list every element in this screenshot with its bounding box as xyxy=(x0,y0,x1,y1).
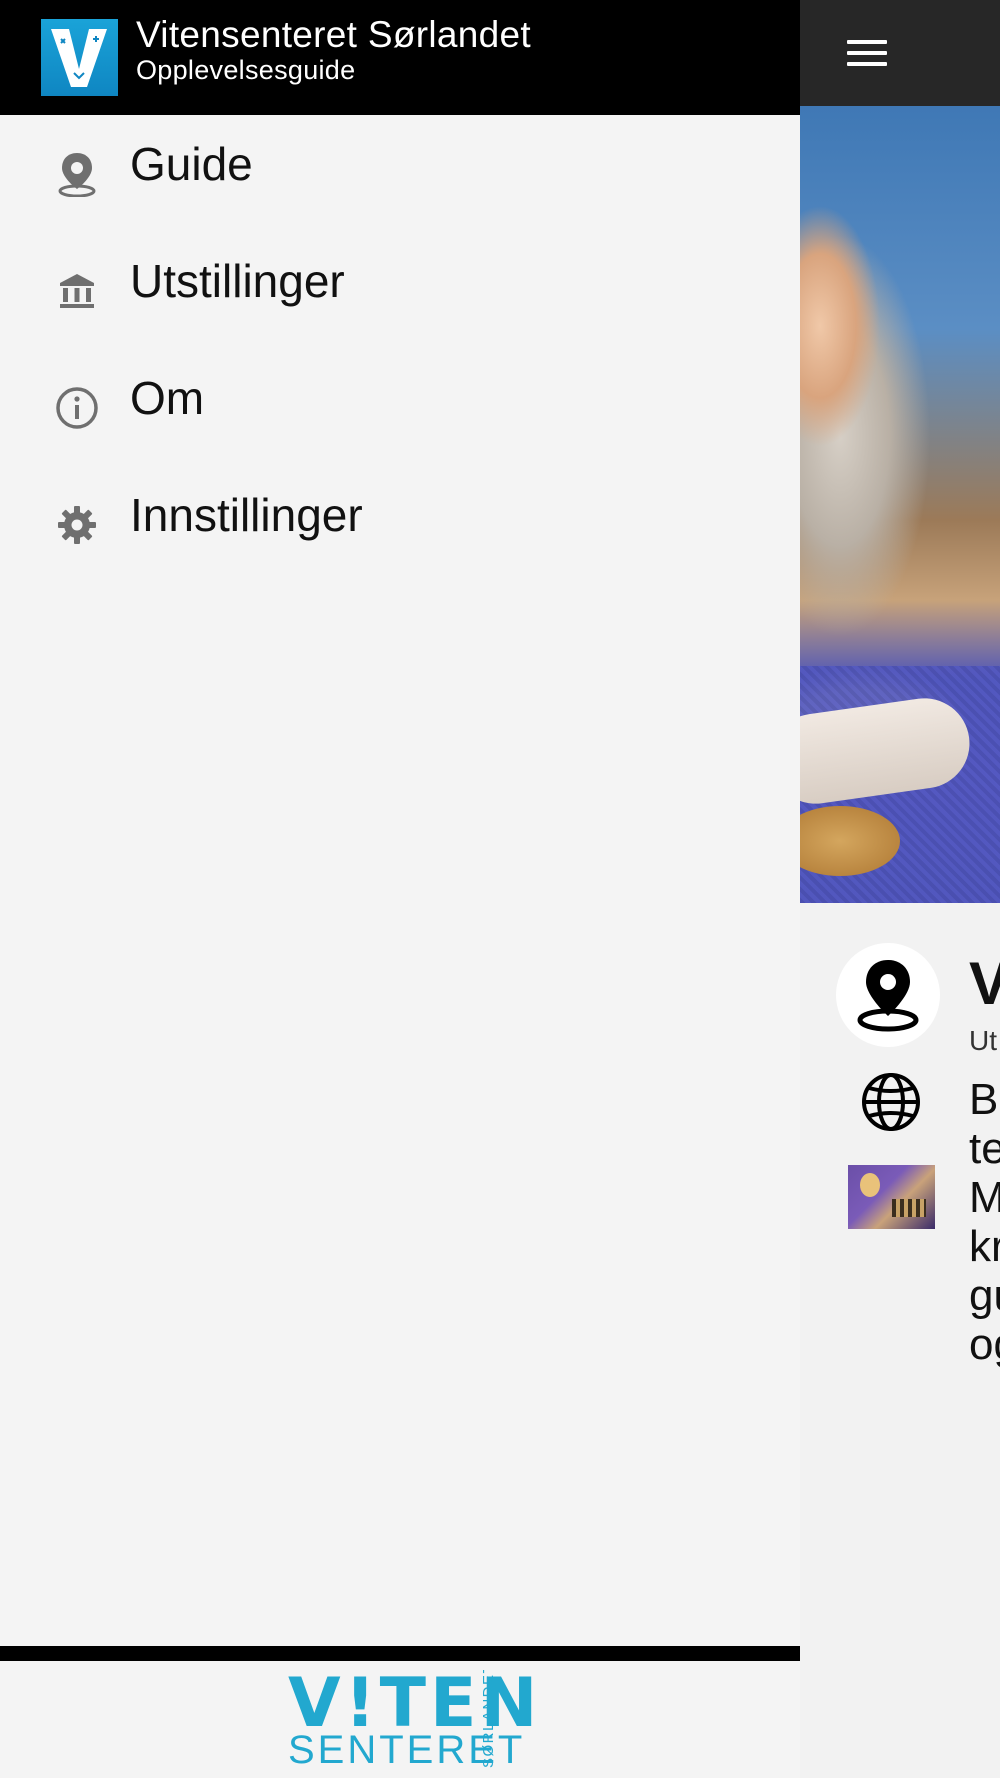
hero-image xyxy=(800,106,1000,903)
map-pin-icon xyxy=(52,149,102,199)
exhibit-thumbnail[interactable] xyxy=(848,1165,935,1229)
menu-item-label: Om xyxy=(130,372,205,424)
hamburger-line xyxy=(847,40,887,44)
drawer-header: Vitensenteret Sørlandet Opplevelsesguide xyxy=(0,0,800,115)
navigation-drawer: Vitensenteret Sørlandet Opplevelsesguide… xyxy=(0,0,800,1778)
description-line: kr xyxy=(969,1222,1000,1271)
footer-logo: V!TEN SENTERET SØRLANDET xyxy=(280,1664,537,1772)
hamburger-line xyxy=(847,51,887,55)
drawer-footer-divider xyxy=(0,1646,800,1661)
menu-item-label: Guide xyxy=(130,138,253,190)
footer-logo-region-text: SØRLANDET xyxy=(480,1670,497,1768)
location-pin-icon[interactable] xyxy=(836,943,940,1047)
description-line: gu xyxy=(969,1271,1000,1320)
drawer-menu: Guide Utstillinger Om Innstillinger xyxy=(0,115,800,583)
description-line: Br xyxy=(969,1075,1000,1124)
museum-icon xyxy=(52,266,102,316)
description-line: te xyxy=(969,1124,1000,1173)
exhibit-title: V xyxy=(969,950,1000,1017)
menu-item-guide[interactable]: Guide xyxy=(0,115,800,232)
menu-item-label: Innstillinger xyxy=(130,489,363,541)
app-logo xyxy=(41,19,118,96)
hamburger-line xyxy=(847,62,887,66)
description-line: og xyxy=(969,1320,1000,1369)
app-subtitle: Opplevelsesguide xyxy=(136,55,356,85)
description-line: M xyxy=(969,1173,1000,1222)
hamburger-menu-icon[interactable] xyxy=(838,26,896,80)
menu-item-label: Utstillinger xyxy=(130,255,345,307)
menu-item-om[interactable]: Om xyxy=(0,349,800,466)
app-title: Vitensenteret Sørlandet xyxy=(136,14,531,55)
app-logo-icon xyxy=(51,29,107,87)
info-icon xyxy=(52,383,102,433)
exhibit-description: Br te M kr gu og xyxy=(969,1075,1000,1369)
globe-icon[interactable] xyxy=(860,1071,922,1133)
footer-logo-region: SØRLANDET xyxy=(480,1670,497,1768)
menu-item-innstillinger[interactable]: Innstillinger xyxy=(0,466,800,583)
exhibit-detail: V Ut Br te M kr gu og xyxy=(800,903,1000,1778)
gear-icon xyxy=(52,500,102,550)
exhibit-subtitle: Ut xyxy=(969,1025,997,1056)
menu-item-utstillinger[interactable]: Utstillinger xyxy=(0,232,800,349)
